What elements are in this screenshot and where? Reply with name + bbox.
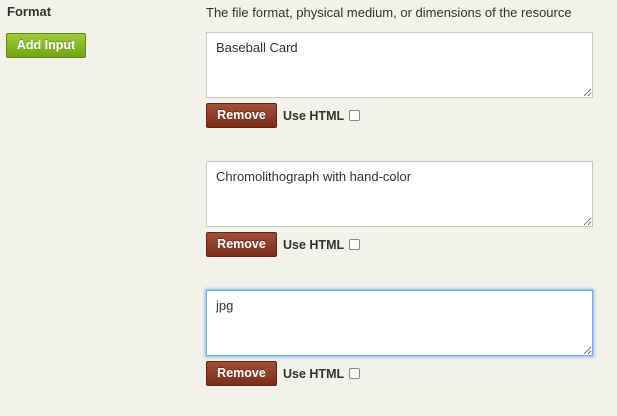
format-field-label: Format (7, 4, 52, 19)
input-block-3: Remove Use HTML (206, 290, 593, 386)
input-block-2: Remove Use HTML (206, 161, 593, 257)
input-controls-1: Remove Use HTML (206, 103, 593, 128)
add-input-button[interactable]: Add Input (6, 33, 86, 58)
remove-button-2[interactable]: Remove (206, 232, 277, 257)
input-controls-2: Remove Use HTML (206, 232, 593, 257)
use-html-checkbox-1[interactable] (349, 110, 361, 121)
format-textarea-2[interactable] (206, 161, 593, 227)
input-block-1: Remove Use HTML (206, 32, 593, 128)
format-textarea-1[interactable] (206, 32, 593, 98)
field-description: The file format, physical medium, or dim… (206, 5, 572, 20)
use-html-label-3: Use HTML (283, 366, 345, 381)
remove-button-3[interactable]: Remove (206, 361, 277, 386)
use-html-label-2: Use HTML (283, 237, 345, 252)
use-html-checkbox-3[interactable] (349, 368, 361, 379)
use-html-label-1: Use HTML (283, 108, 345, 123)
input-controls-3: Remove Use HTML (206, 361, 593, 386)
remove-button-1[interactable]: Remove (206, 103, 277, 128)
format-textarea-3[interactable] (206, 290, 593, 356)
use-html-checkbox-2[interactable] (349, 239, 361, 250)
